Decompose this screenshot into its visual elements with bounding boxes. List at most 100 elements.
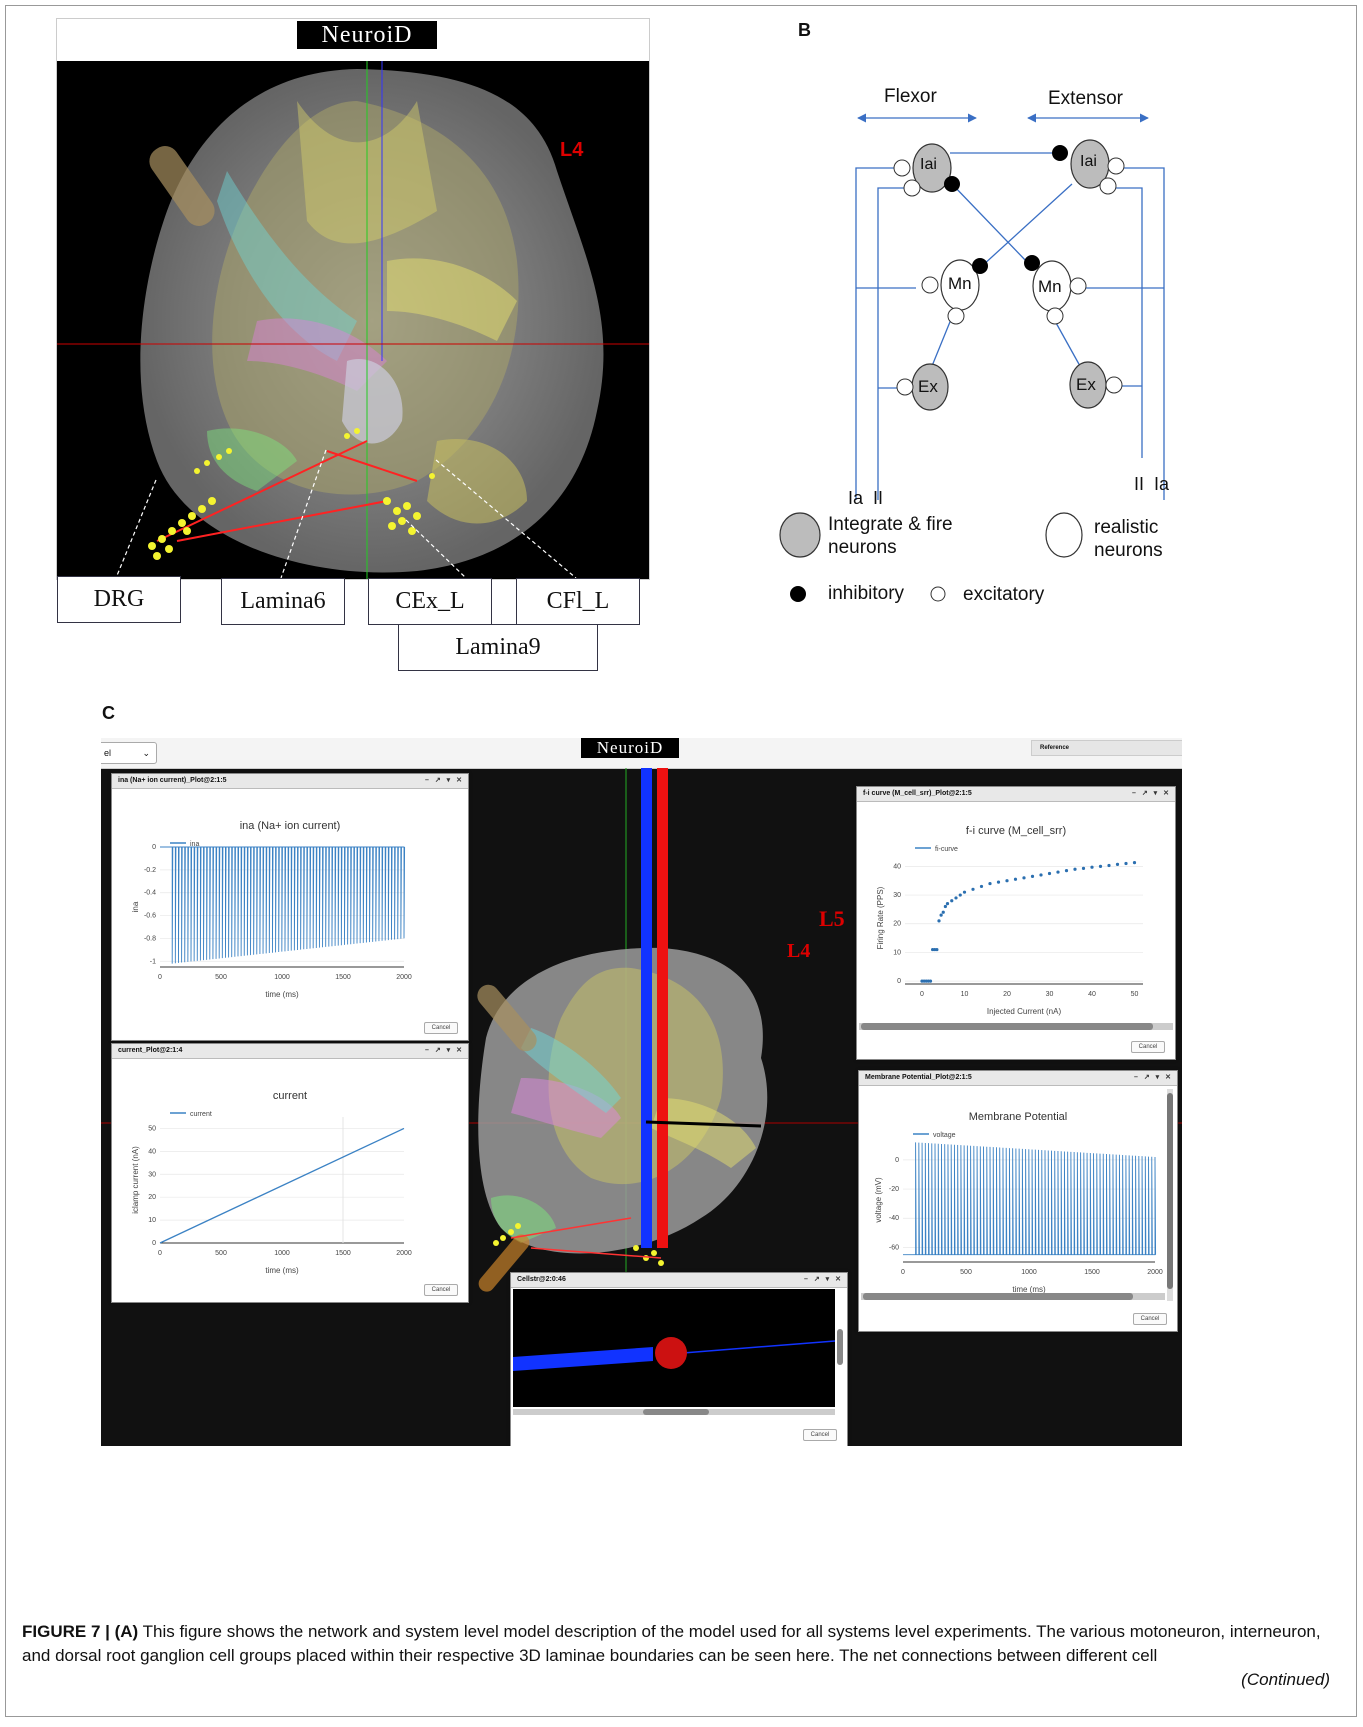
cancel-button[interactable]: Cancel [1133,1313,1167,1325]
ina-series-line [160,846,406,964]
fi-point [1005,879,1009,883]
x-tick-label: 30 [1046,991,1054,998]
y-tick-label: 0 [897,978,901,985]
fi-point [1064,869,1069,873]
window-controls-icon[interactable]: – ↗ ▾ ✕ [425,774,464,788]
x-tick-label: 500 [960,1269,972,1276]
cancel-button[interactable]: Cancel [803,1429,837,1441]
y-axis-label: voltage (mV) [874,1177,883,1223]
window-ina-plot[interactable]: ina (Na+ ion current)_Plot@2:1:5 – ↗ ▾ ✕… [111,773,469,1041]
x-tick-label: 0 [158,974,162,981]
cell-morphology-view[interactable] [513,1289,836,1407]
window-controls-icon[interactable]: – ↗ ▾ ✕ [425,1044,464,1058]
y-tick-label: -0.2 [144,867,156,874]
window-title: ina (Na+ ion current)_Plot@2:1:5 [118,777,227,784]
window-titlebar[interactable]: Membrane Potential_Plot@2:1:5 – ↗ ▾ ✕ [859,1071,1177,1086]
afferent-labels-left: Ia II [848,488,884,508]
cell-morphology-render [513,1337,836,1371]
fi-point [1107,863,1111,868]
window-titlebar[interactable]: f-i curve (M_cell_srr)_Plot@2:1:5 – ↗ ▾ … [857,787,1175,802]
y-tick-label: -20 [889,1186,899,1193]
horizontal-scrollbar[interactable] [859,1023,1173,1030]
fi-point [1013,877,1018,881]
current-series-line [159,1127,405,1244]
window-title: f-i curve (M_cell_srr)_Plot@2:1:5 [863,790,972,797]
y-axis-label: Firing Rate (PPS) [876,886,885,949]
vertical-scrollbar[interactable] [837,1329,843,1365]
cancel-button[interactable]: Cancel [424,1284,458,1296]
ina-chart: ina (Na+ ion current) ina 0 -0.2 -0.4 -0.6 -0.… [131,820,412,999]
x-tick-label: 2000 [396,974,412,981]
window-fi-curve-plot[interactable]: f-i curve (M_cell_srr)_Plot@2:1:5 – ↗ ▾ … [856,786,1176,1060]
panel-a-leader-lines [115,449,577,579]
level-label-l5: L5 [819,906,845,931]
fi-point [935,947,939,952]
y-tick-label: 20 [893,921,901,928]
horizontal-scrollbar[interactable] [513,1409,835,1415]
vertical-scrollbar[interactable] [1167,1089,1173,1301]
cancel-button[interactable]: Cancel [1131,1041,1165,1053]
caption-continued: (Continued) [1241,1670,1330,1689]
neuron-ex-left: Ex [918,377,938,396]
x-tick-label: 10 [961,991,969,998]
y-tick-label: -0.4 [144,890,156,897]
window-controls-icon[interactable]: – ↗ ▾ ✕ [1134,1071,1173,1085]
fi-point [928,979,933,983]
reference-tab[interactable]: Reference [1031,740,1182,756]
window-titlebar[interactable]: current_Plot@2:1:4 – ↗ ▾ ✕ [112,1044,468,1059]
x-tick-label: 1000 [1021,1269,1037,1276]
window-controls-icon[interactable]: – ↗ ▾ ✕ [804,1273,843,1287]
neuron-ex-right: Ex [1076,375,1096,394]
x-tick-label: 1000 [274,1250,290,1257]
current-chart: currentcurrent010203040500 500 1000 1500 200… [131,1090,412,1275]
fi-point [988,881,992,886]
window-titlebar[interactable]: ina (Na+ ion current)_Plot@2:1:5 – ↗ ▾ ✕ [112,774,468,789]
x-tick-label: 500 [215,974,227,981]
cancel-button[interactable]: Cancel [424,1022,458,1034]
fi-point [962,890,967,894]
neuron-iai-left: Iai [920,156,937,173]
legend-integrate-fire: Integrate & fire neurons [828,514,953,558]
y-tick-label: -40 [889,1215,899,1222]
label-cfl-l: CFl_L [516,578,640,625]
fi-point [950,899,954,903]
membrane-potential-chart: Membrane Potential voltage 0 -20 -40 -60 0 500 1… [874,1111,1163,1294]
y-tick-label: -1 [150,958,156,965]
fi-point [1090,865,1094,869]
window-controls-icon[interactable]: – ↗ ▾ ✕ [1132,787,1171,801]
neuron-mn-right: Mn [1038,277,1062,296]
legend-realistic: realistic neurons [1094,517,1163,561]
horizontal-scrollbar[interactable] [861,1293,1165,1300]
panel-c-letter: C [102,703,115,723]
x-tick-label: 1000 [274,974,290,981]
window-title: current_Plot@2:1:4 [118,1047,183,1054]
window-titlebar[interactable]: Cellstr@2:0:46 – ↗ ▾ ✕ [511,1273,847,1288]
window-current-plot[interactable]: current_Plot@2:1:4 – ↗ ▾ ✕ current curren… [111,1043,469,1303]
y-tick-label: 0 [152,1240,156,1247]
y-tick-label: 10 [148,1217,156,1224]
window-membrane-potential-plot[interactable]: Membrane Potential_Plot@2:1:5 – ↗ ▾ ✕ Me… [858,1070,1178,1332]
y-tick-label: 30 [148,1171,156,1178]
figure-caption: FIGURE 7 | (A) This figure shows the net… [22,1620,1352,1692]
y-tick-label: 10 [893,949,901,956]
y-tick-label: 30 [893,892,901,899]
y-tick-label: -60 [889,1244,899,1251]
fi-point [1098,864,1103,868]
fi-point [943,904,947,909]
label-lamina9: Lamina9 [398,624,598,671]
x-tick-label: 40 [1088,991,1096,998]
window-cellstr[interactable]: Cellstr@2:0:46 – ↗ ▾ ✕ Cancel [510,1272,848,1446]
plot-title: f-i curve (M_cell_srr) [966,825,1066,837]
fi-point [941,910,945,914]
panel-c-app: el ⌄ NeuroiD Reference L5 L4 ina (Na+ io… [101,738,1182,1446]
plot-title: current [273,1090,307,1102]
fi-point [1073,867,1077,871]
label-extensor: Extensor [1048,88,1123,109]
fi-point [1030,874,1035,878]
y-axis-label: ina [131,901,140,912]
model-dropdown[interactable]: el ⌄ [101,742,157,764]
neuroid-logo-c: NeuroiD [581,738,679,758]
panel-b-letter: B [798,20,811,40]
label-flexor: Flexor [884,86,937,107]
x-tick-label: 20 [1003,991,1011,998]
